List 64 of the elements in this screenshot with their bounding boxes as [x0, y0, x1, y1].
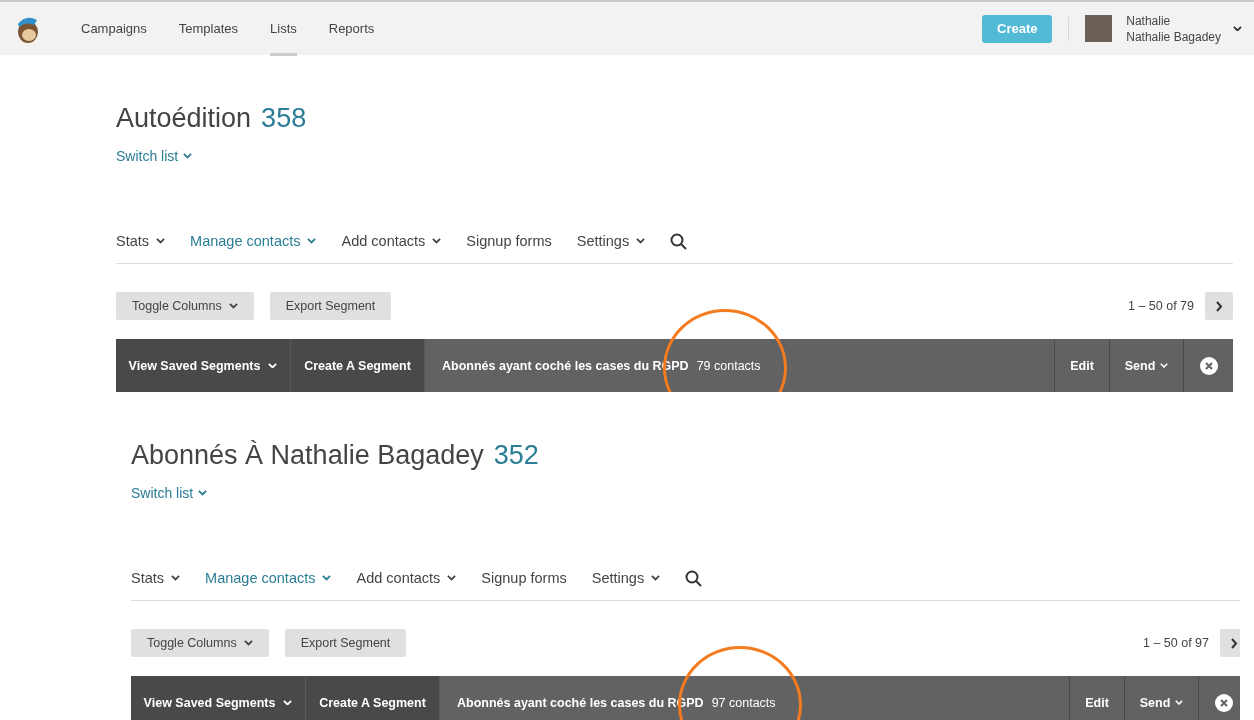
nav-link[interactable]: Templates [178, 1, 238, 56]
pagination-text: 1 – 50 of 97 [1142, 636, 1209, 650]
account-name: Nathalie Bagadey [1126, 28, 1221, 45]
caret-icon [283, 699, 293, 706]
list-title: Autoédition [116, 103, 252, 134]
caret-icon [156, 238, 166, 244]
next-page-button[interactable] [1220, 629, 1240, 657]
caret-icon [268, 362, 278, 369]
toggle-columns-button[interactable]: Toggle Columns [116, 292, 254, 320]
toggle-columns-button[interactable]: Toggle Columns [131, 629, 269, 657]
caret-icon [243, 640, 253, 646]
pagination-text: 1 – 50 of 79 [1127, 299, 1194, 313]
caret-icon [651, 575, 661, 581]
caret-icon [636, 238, 646, 244]
list-tab[interactable]: Signup forms [466, 233, 552, 249]
list-tab[interactable]: Settings [591, 570, 661, 586]
close-icon [1214, 693, 1233, 712]
list-tab[interactable]: Stats [116, 233, 166, 249]
switch-list-link[interactable]: Switch list [116, 148, 193, 164]
caret-icon [447, 575, 457, 581]
edit-button[interactable]: Edit [1054, 339, 1109, 392]
chevron-right-icon [1230, 637, 1238, 649]
caret-icon [1160, 362, 1169, 369]
send-button[interactable]: Send [1109, 339, 1183, 392]
create-segment-button[interactable]: Create A Segment [291, 339, 425, 392]
list-tab[interactable]: Manage contacts [190, 233, 317, 249]
list-tab[interactable]: Signup forms [481, 570, 567, 586]
edit-button[interactable]: Edit [1069, 676, 1124, 720]
caret-icon [171, 575, 181, 581]
list-title: Abonnés À Nathalie Bagadey [131, 440, 484, 471]
subscriber-count: 352 [493, 440, 539, 471]
send-button[interactable]: Send [1124, 676, 1198, 720]
caret-icon [432, 238, 442, 244]
close-icon [1199, 356, 1218, 375]
caret-icon [183, 153, 193, 159]
caret-icon [228, 303, 238, 309]
contact-count: 97 contacts [711, 695, 776, 710]
create-segment-button[interactable]: Create A Segment [306, 676, 440, 720]
photo-placeholder[interactable] [1085, 15, 1113, 42]
caret-icon [307, 238, 317, 244]
search-icon[interactable] [685, 569, 703, 587]
list-tab[interactable]: Manage contacts [205, 570, 332, 586]
export-segment-button[interactable]: Export Segment [284, 629, 407, 657]
subscriber-count: 358 [261, 103, 307, 134]
view-saved-segments-button[interactable]: View Saved Segments [131, 676, 306, 720]
next-page-button[interactable] [1205, 292, 1233, 320]
nav-link[interactable]: Lists [270, 1, 297, 56]
caret-icon [1233, 25, 1242, 32]
list-tab[interactable]: Settings [576, 233, 646, 249]
caret-icon [322, 575, 332, 581]
nav-link[interactable]: Campaigns [81, 1, 147, 56]
list-tab[interactable]: Add contacts [356, 570, 457, 586]
contact-count: 79 contacts [696, 358, 761, 373]
chevron-right-icon [1215, 300, 1223, 312]
caret-icon [198, 490, 208, 496]
list-tab[interactable]: Add contacts [341, 233, 442, 249]
search-icon[interactable] [670, 232, 688, 250]
user-name: Nathalie [1126, 12, 1172, 29]
view-saved-segments-button[interactable]: View Saved Segments [116, 339, 291, 392]
export-segment-button[interactable]: Export Segment [269, 292, 392, 320]
caret-icon [1175, 699, 1184, 706]
nav-link[interactable]: Reports [328, 1, 375, 56]
list-tab[interactable]: Stats [131, 570, 181, 586]
switch-list-link[interactable]: Switch list [131, 485, 208, 501]
